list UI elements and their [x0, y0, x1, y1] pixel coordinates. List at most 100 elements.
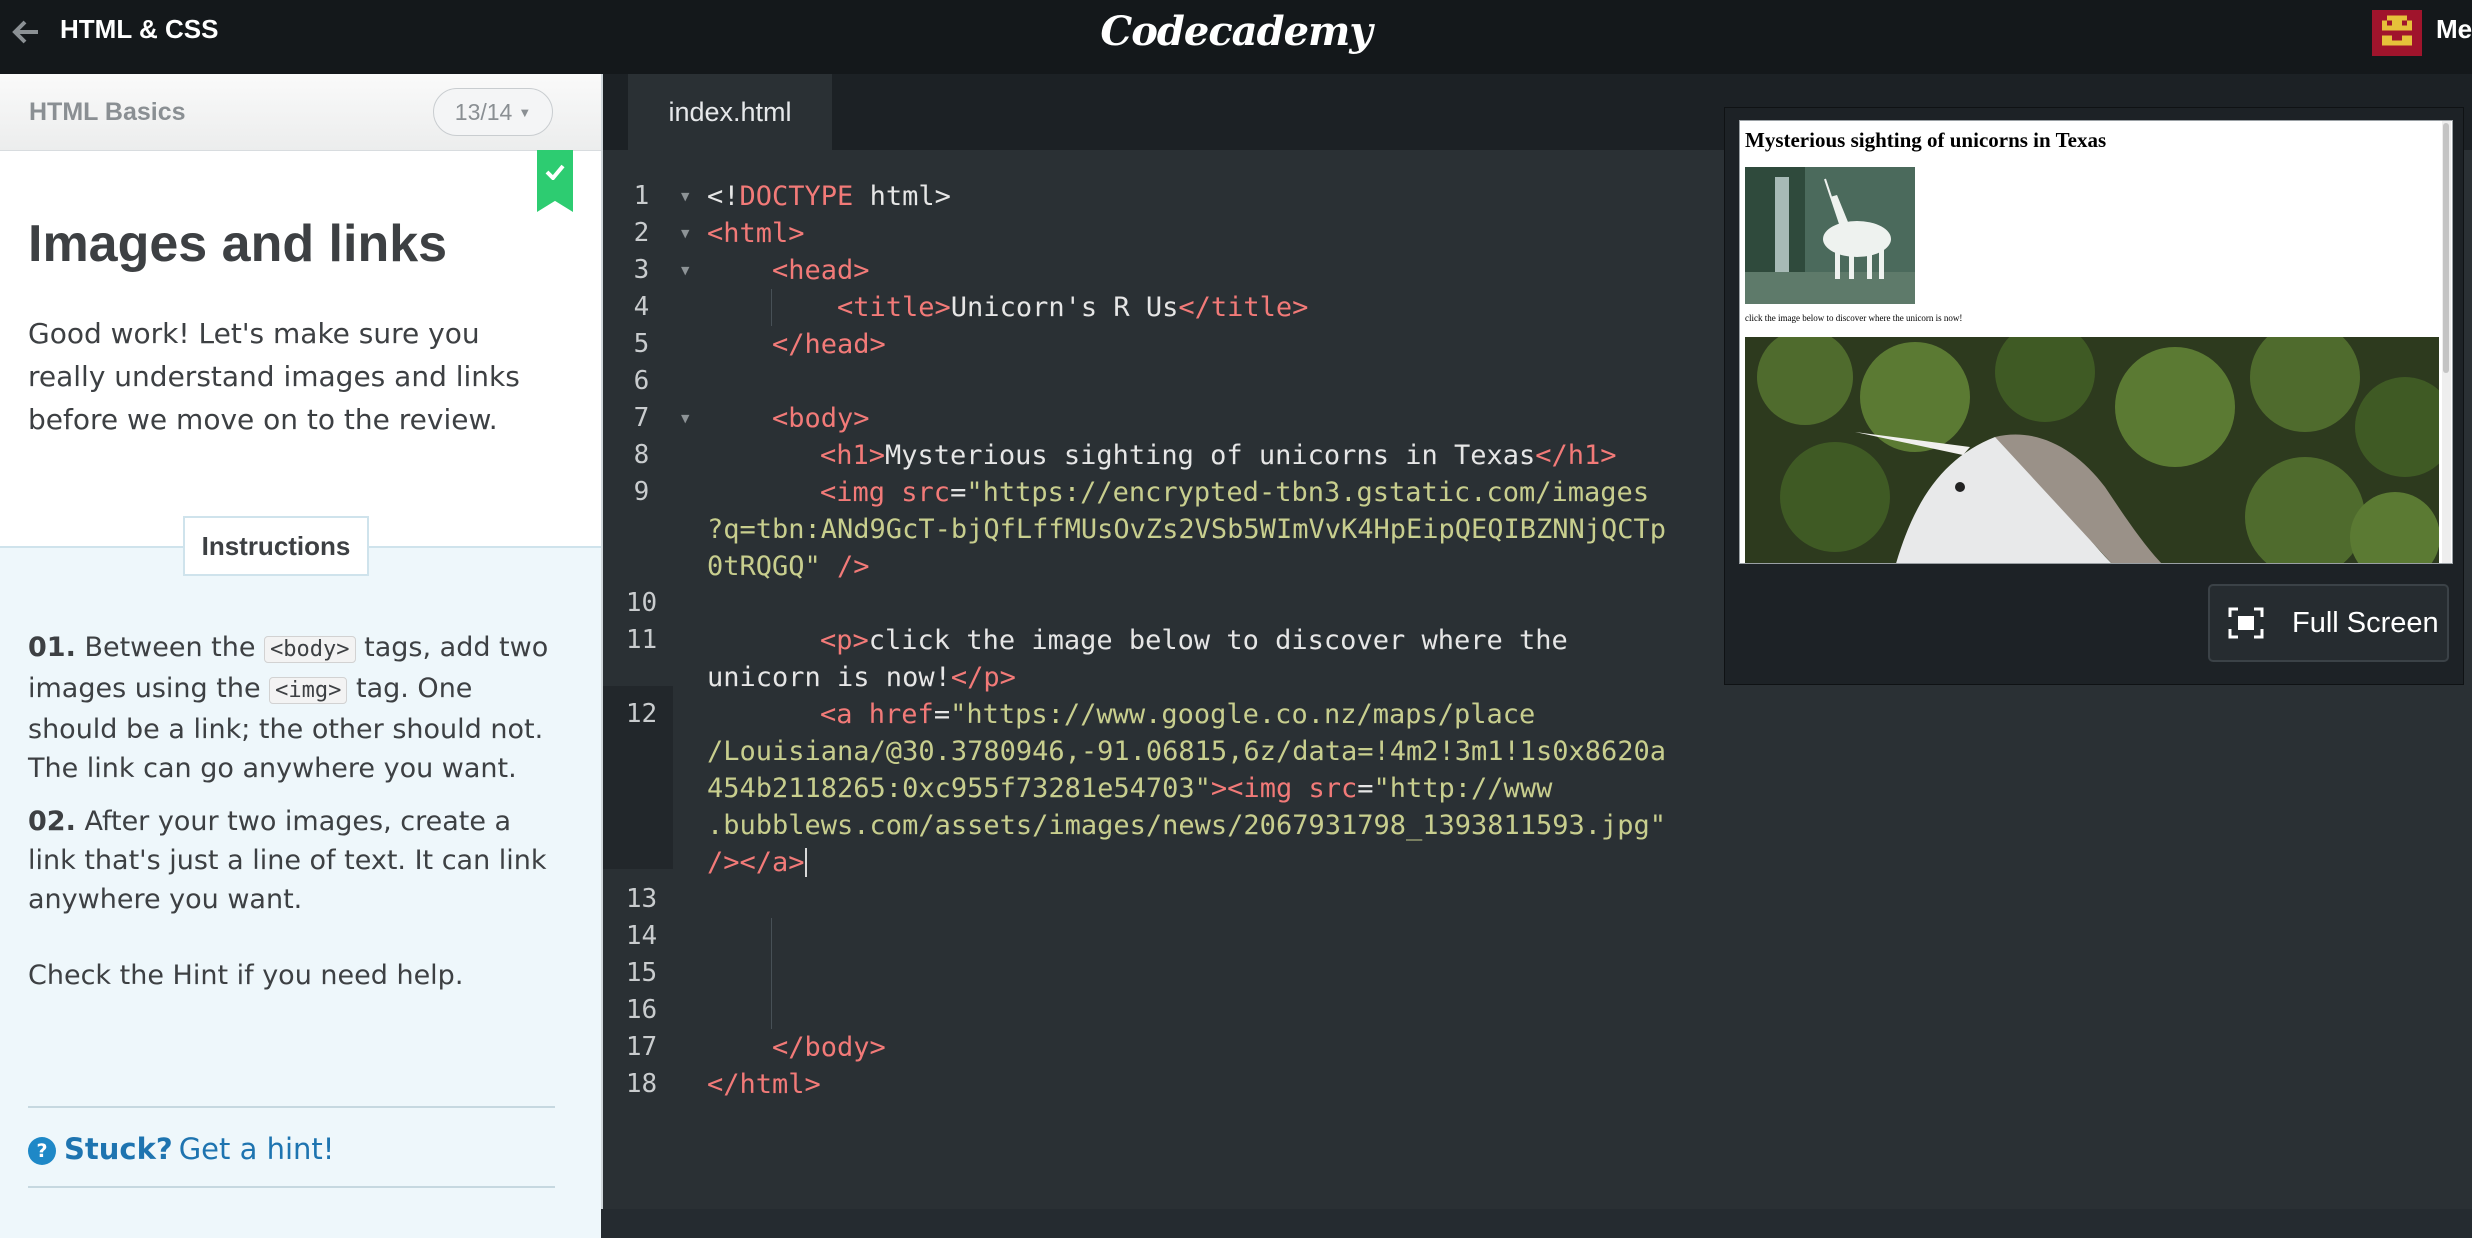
code-chip: <body> — [264, 636, 356, 663]
line-number: 3 — [633, 255, 650, 285]
line-number: 6 — [633, 366, 650, 396]
token: DOCTYPE — [739, 181, 854, 212]
code-line: <p>click the image below to discover whe… — [820, 622, 1568, 659]
line-number: 16 — [625, 995, 658, 1025]
code-line: <img src="https://encrypted-tbn3.gstatic… — [820, 474, 1649, 511]
line-number: 5 — [633, 329, 650, 359]
token: ><img — [1210, 773, 1293, 804]
unicorn-image-link[interactable] — [1745, 337, 2439, 564]
code-line: <head> — [772, 252, 870, 289]
line-number: 17 — [625, 1032, 658, 1062]
fold-arrow-icon[interactable]: ▼ — [681, 215, 689, 252]
unicorn-image-small — [1745, 167, 1915, 304]
line-number: 4 — [633, 292, 650, 322]
token: <head> — [772, 255, 870, 286]
token: </head> — [772, 329, 886, 360]
code-line: </html> — [707, 1066, 821, 1103]
section-name: HTML Basics — [29, 98, 186, 126]
code-line-wrap: ?q=tbn:ANd9GcT-bjQfLffMUsOvZs2VSb5WImVvK… — [707, 511, 1666, 548]
line-number: 8 — [633, 440, 650, 470]
text-cursor — [804, 848, 807, 877]
code-line-wrap: 0tRQGQ" /> — [707, 548, 870, 585]
code-line: <title>Unicorn's R Us</title> — [837, 289, 1308, 326]
fold-arrow-icon[interactable]: ▼ — [681, 252, 689, 289]
lesson-title: Images and links — [28, 215, 448, 273]
code-line: <h1>Mysterious sighting of unicorns in T… — [820, 437, 1617, 474]
lesson-intro: Good work! Let's make sure you really un… — [28, 317, 520, 436]
progress-count: 13/14 — [454, 99, 513, 125]
line-number: 14 — [625, 921, 658, 951]
line-number: 12 — [625, 699, 658, 729]
token: </h1> — [1535, 440, 1617, 471]
brand-logo[interactable]: Codecademy — [0, 8, 2472, 55]
fold-arrow-icon[interactable]: ▼ — [681, 400, 689, 437]
checkmark-icon — [545, 164, 565, 180]
indent-guide — [771, 918, 772, 1029]
preview-scrollbar[interactable] — [2442, 121, 2451, 563]
token: /> — [820, 551, 870, 582]
preview-frame[interactable]: Mysterious sighting of unicorns in Texas… — [1739, 120, 2453, 564]
token: "https://encrypted-tbn3.gstatic.com/imag… — [966, 477, 1650, 508]
token: Unicorn's R Us — [950, 292, 1179, 323]
indent-guide — [771, 289, 772, 326]
token: href — [868, 699, 934, 730]
token: unicorn is now! — [707, 662, 951, 693]
stuck-label: Stuck? — [64, 1132, 173, 1166]
fold-arrow-icon[interactable]: ▼ — [681, 178, 689, 215]
token: <img — [820, 477, 886, 508]
scrollbar-thumb[interactable] — [2443, 123, 2449, 373]
code-line: <html> — [707, 215, 805, 252]
token: = — [950, 477, 967, 508]
token: </html> — [707, 1069, 821, 1100]
token: <a — [820, 699, 853, 730]
code-line: <body> — [772, 400, 870, 437]
step-number: 01. — [28, 632, 76, 663]
step-text: Between the — [84, 632, 256, 663]
hint-row[interactable]: ? Stuck? Get a hint! — [28, 1132, 334, 1166]
code-line: <!DOCTYPE html> — [707, 178, 951, 215]
token: <body> — [772, 403, 870, 434]
divider — [28, 1106, 555, 1108]
user-menu-label[interactable]: Me — [2436, 14, 2472, 45]
token: "https://www.google.co.nz/maps/place — [950, 699, 1536, 730]
question-icon: ? — [28, 1137, 56, 1165]
code-line: </head> — [772, 326, 886, 363]
token: src — [1308, 773, 1358, 804]
token: click the image below to discover where … — [868, 625, 1568, 656]
get-hint-link[interactable]: Get a hint! — [179, 1132, 335, 1166]
lesson-header: HTML Basics 13/14 ▼ — [0, 74, 601, 151]
token: = — [1357, 773, 1374, 804]
instructions-tab[interactable]: Instructions — [183, 516, 369, 576]
code-chip: <img> — [269, 677, 348, 704]
full-screen-label: Full Screen — [2292, 607, 2439, 639]
token: "http://www — [1373, 773, 1553, 804]
code-line-wrap: .bubblews.com/assets/images/news/2067931… — [707, 807, 1666, 844]
preview-heading: Mysterious sighting of unicorns in Texas — [1745, 128, 2107, 152]
user-avatar[interactable] — [2372, 10, 2422, 56]
line-number: 18 — [625, 1069, 658, 1099]
code-line-wrap: /></a> — [707, 844, 807, 881]
code-line: </body> — [772, 1029, 886, 1066]
token: = — [933, 699, 951, 730]
token: /Louisiana/@30.3780946,-91.06815,6z/data… — [707, 736, 1667, 767]
token: <! — [707, 181, 740, 212]
divider — [28, 1186, 555, 1188]
token: <html> — [707, 218, 805, 249]
token: html> — [853, 181, 951, 212]
token: <p> — [820, 625, 869, 656]
line-number: 10 — [625, 588, 658, 618]
preview-panel: Mysterious sighting of unicorns in Texas… — [1724, 107, 2464, 685]
check-hint-text: Check the Hint if you need help. — [28, 960, 464, 991]
token: ?q=tbn:ANd9GcT-bjQfLffMUsOvZs2VSb5WImVvK… — [707, 514, 1667, 545]
instruction-step-1: 01. Between the <body> tags, add two ima… — [28, 628, 563, 788]
token: </body> — [772, 1032, 886, 1063]
token: .bubblews.com/assets/images/news/2067931… — [707, 810, 1667, 841]
progress-dropdown[interactable]: 13/14 ▼ — [433, 88, 553, 136]
lesson-panel: HTML Basics 13/14 ▼ Images and links Good… — [0, 74, 603, 1238]
line-number: 11 — [625, 625, 658, 655]
token: <title> — [837, 292, 951, 323]
file-tab-index[interactable]: index.html — [628, 74, 832, 150]
full-screen-button[interactable]: Full Screen — [2208, 584, 2449, 662]
fullscreen-icon — [2228, 607, 2264, 639]
token: 0tRQGQ" — [707, 551, 821, 582]
